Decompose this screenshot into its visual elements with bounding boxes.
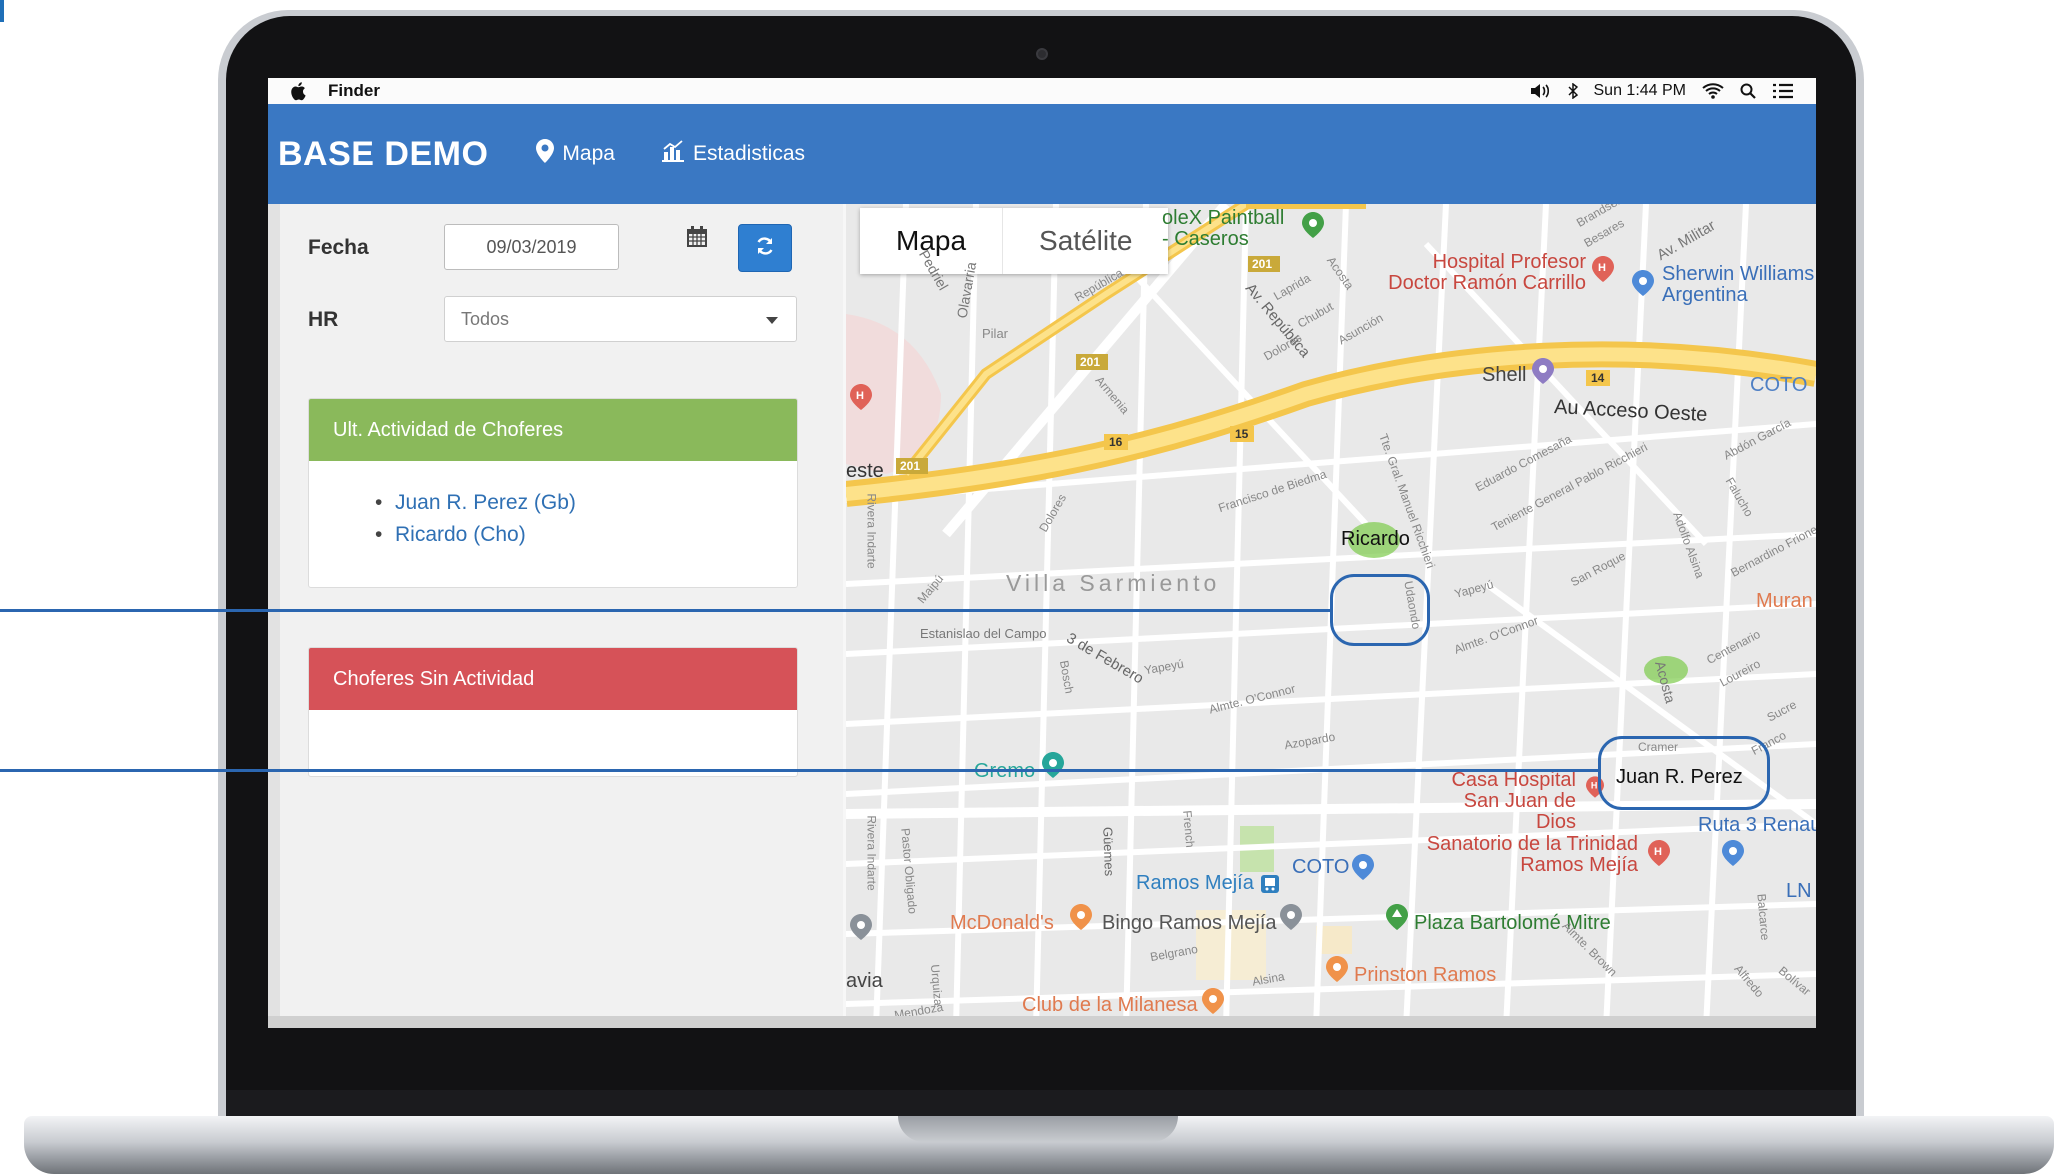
active-drivers-heading: Ult. Actividad de Choferes [309, 399, 797, 461]
mac-menubar: Finder Sun 1:44 PM [268, 78, 1816, 104]
date-label: Fecha [308, 236, 369, 259]
place-hospital-carrillo[interactable]: Hospital Profesor Doctor Ramón Carrillo [1376, 252, 1586, 294]
nav-link-label: Estadisticas [692, 142, 805, 165]
store-pin-icon[interactable] [1352, 854, 1374, 885]
map-pin-gray-icon[interactable] [850, 914, 872, 945]
inactive-drivers-heading: Choferes Sin Actividad [309, 648, 797, 710]
place-sanatorio[interactable]: Sanatorio de la Trinidad Ramos Mejía [1426, 834, 1638, 876]
place-mcdonalds[interactable]: McDonald's [950, 912, 1054, 935]
sidebar-edge [268, 204, 280, 1028]
laptop-base-notch [898, 1116, 1178, 1142]
driver-link-juan[interactable]: Juan R. Perez (Gb) [375, 487, 797, 519]
refresh-button[interactable] [738, 224, 792, 272]
bluetooth-icon[interactable] [1567, 83, 1578, 99]
corner-marker [0, 0, 4, 22]
apple-icon[interactable] [290, 82, 308, 101]
volume-icon[interactable] [1530, 83, 1552, 99]
place-milanesa[interactable]: Club de la Milanesa [1022, 994, 1198, 1017]
hr-select-value: Todos [461, 308, 510, 329]
date-input[interactable] [444, 224, 619, 270]
route-shield-201: 201 [1080, 355, 1101, 369]
clock-text[interactable]: Sun 1:44 PM [1594, 82, 1687, 100]
wifi-icon[interactable] [1702, 83, 1724, 99]
svg-text:H: H [1591, 781, 1598, 791]
marker-ricardo[interactable]: Ricardo [1341, 528, 1410, 551]
street-label: Pilar [982, 326, 1009, 341]
street-label: Estanislao del Campo [920, 626, 1047, 641]
marker-ricardo-highlight [1330, 574, 1430, 646]
place-bingo[interactable]: Bingo Ramos Mejía [1102, 912, 1277, 935]
nav-link-mapa[interactable]: Mapa [536, 139, 615, 169]
refresh-icon [755, 236, 775, 261]
place-sherwin[interactable]: Sherwin Williams Argentina [1662, 264, 1816, 306]
hospital-pin-icon[interactable]: H [1592, 256, 1614, 287]
hospital-pin-icon[interactable]: H [1648, 840, 1670, 871]
route-shield-201: 201 [900, 459, 921, 473]
map-type-satellite-button[interactable]: Satélite [1002, 208, 1168, 274]
place-ruta3[interactable]: Ruta 3 Renau [1698, 814, 1816, 837]
route-shield-201: 201 [1252, 257, 1273, 271]
route-shield-14: 14 [1591, 371, 1605, 385]
street-este: este [846, 460, 884, 482]
inactive-drivers-panel: Choferes Sin Actividad [308, 647, 798, 777]
nav-link-label: Mapa [562, 142, 615, 165]
map-type-control: Mapa Satélite [860, 208, 1169, 274]
route-shield-16: 16 [1109, 435, 1123, 449]
svg-text:H: H [856, 390, 864, 402]
store-pin-icon[interactable] [1632, 270, 1654, 301]
bar-chart-icon [661, 140, 685, 168]
place-coto-top[interactable]: COTO [1750, 374, 1807, 397]
restaurant-pin-icon[interactable] [1202, 988, 1224, 1019]
street-label: Güemes [1100, 826, 1117, 877]
callout-leader-line-juan [0, 769, 1598, 772]
map-marker-icon [536, 139, 555, 169]
calendar-icon[interactable] [686, 226, 708, 253]
app-navbar: BASE DEMO Mapa Estadisticas [268, 104, 1816, 204]
hr-select[interactable]: Todos [444, 296, 797, 342]
train-station-icon[interactable] [1260, 874, 1280, 899]
place-coto-bottom[interactable]: COTO [1292, 856, 1349, 879]
map-pin-green-icon[interactable] [1302, 212, 1324, 243]
place-casa-hospital[interactable]: Casa Hospital San Juan de Dios [1426, 770, 1576, 833]
svg-text:H: H [1654, 846, 1662, 858]
street-label: Rivera Indarte [864, 493, 879, 569]
hospital-pin-icon[interactable]: H [850, 384, 872, 415]
place-shell[interactable]: Shell [1482, 364, 1526, 387]
place-prinston[interactable]: Prinston Ramos [1354, 964, 1496, 987]
callout-leader-line-ricardo [0, 609, 1330, 612]
store-pin-icon[interactable] [1722, 840, 1744, 871]
search-icon[interactable] [1740, 83, 1756, 99]
finder-menu[interactable]: Finder [328, 81, 380, 101]
svg-text:H: H [1598, 262, 1606, 274]
active-drivers-panel: Ult. Actividad de Choferes Juan R. Perez… [308, 398, 798, 588]
active-drivers-list: Juan R. Perez (Gb) Ricardo (Cho) [309, 487, 797, 551]
area-villa-sarmiento: Villa Sarmiento [1006, 570, 1221, 596]
place-paintball[interactable]: oleX Paintball - Caseros [1162, 208, 1296, 250]
restaurant-pin-icon[interactable] [1070, 904, 1092, 935]
brand-title[interactable]: BASE DEMO [278, 135, 488, 174]
street-label: Rivera Indarte [864, 815, 879, 891]
place-murano[interactable]: Muran [1756, 590, 1813, 613]
place-via: avia [846, 970, 883, 992]
map-pin-gray-icon[interactable] [1280, 904, 1302, 935]
list-icon[interactable] [1772, 83, 1794, 99]
menubar-status-area: Sun 1:44 PM [1530, 82, 1817, 100]
teal-pin-icon[interactable] [1042, 752, 1064, 783]
sidebar: Fecha HR Todos Ult. Actividad de Chofere… [268, 204, 843, 1028]
driver-link-ricardo[interactable]: Ricardo (Cho) [375, 519, 797, 551]
hr-label: HR [308, 308, 339, 331]
marker-juan-perez-highlight [1598, 736, 1770, 810]
caret-down-icon [766, 317, 778, 324]
nav-link-estadisticas[interactable]: Estadisticas [661, 140, 805, 168]
place-ln[interactable]: LN [1786, 880, 1812, 903]
park-pin-icon[interactable] [1386, 904, 1408, 935]
place-ramos-mejia[interactable]: Ramos Mejía [1136, 872, 1254, 895]
screen-bottom-bar [268, 1016, 1816, 1028]
restaurant-pin-icon[interactable] [1326, 956, 1348, 987]
camera-icon [1036, 48, 1048, 60]
route-shield-15: 15 [1235, 427, 1249, 441]
fuel-pin-icon[interactable] [1532, 358, 1554, 389]
laptop-screen: Finder Sun 1:44 PM BASE DEMO Mapa Estadi… [268, 78, 1816, 1028]
